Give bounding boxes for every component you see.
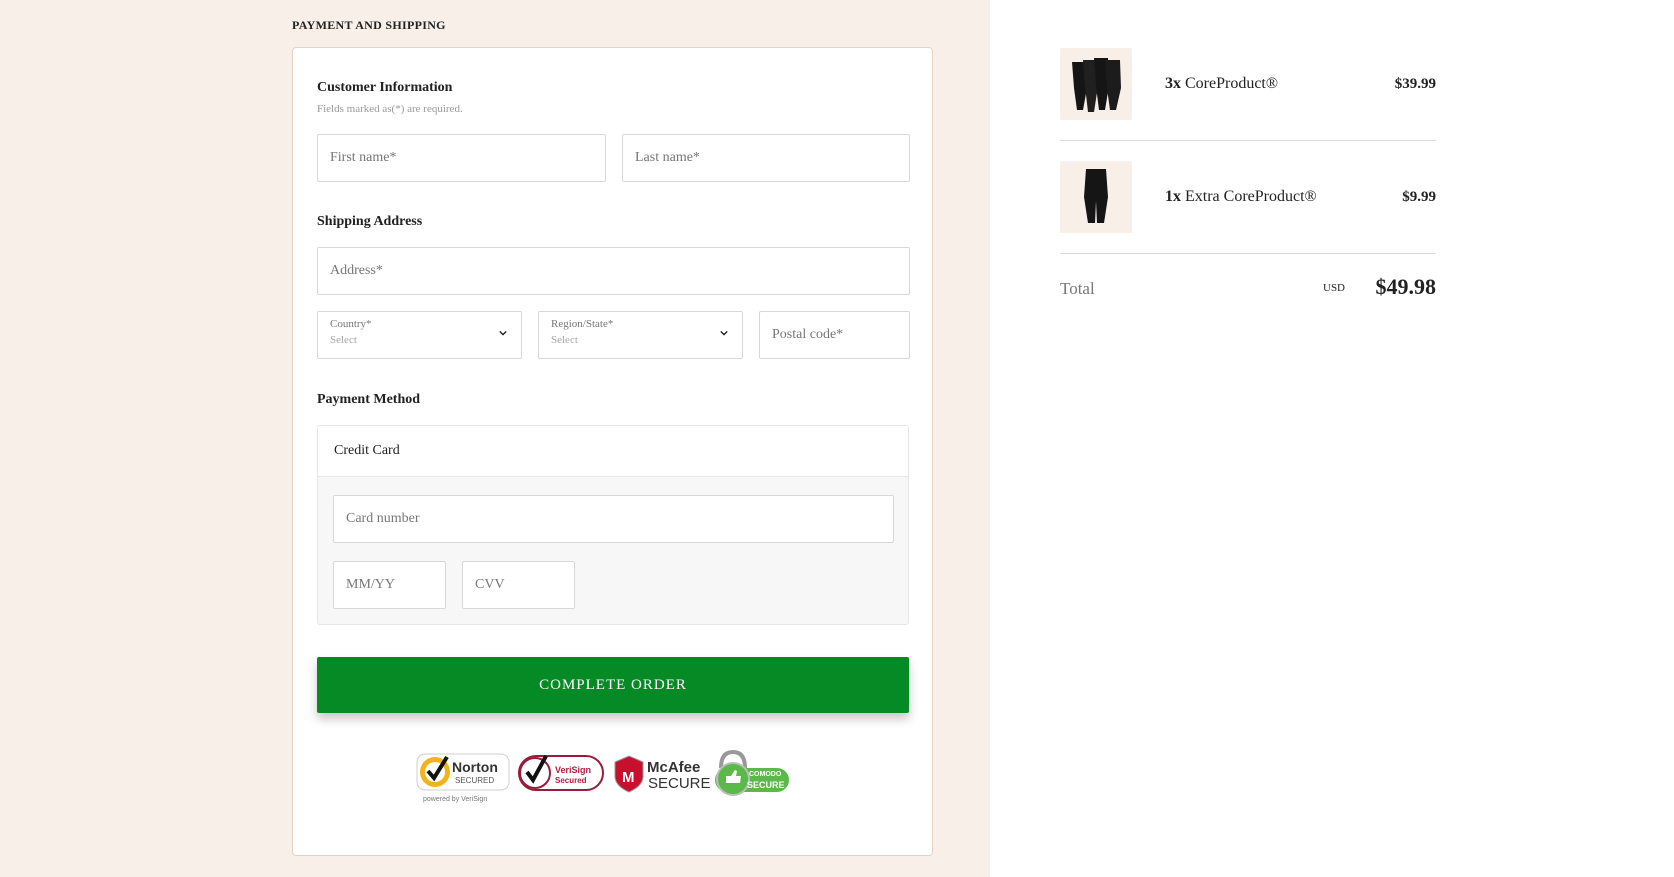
mcafee-badge-icon: M McAfee SECURE [614,755,711,793]
postal-code-field[interactable]: Postal code* [759,311,910,359]
item-qty: 3x [1165,75,1181,92]
region-label: Region/State* [551,318,614,330]
mcafee-sub: SECURE [648,775,711,792]
mcafee-name: McAfee [647,759,700,776]
summary-item: 3x CoreProduct® $39.99 [1060,48,1436,120]
shapewear-product-icon [1072,58,1121,112]
address-placeholder: Address* [330,263,383,278]
product-thumbnail [1060,48,1132,120]
shipping-heading: Shipping Address [317,214,423,229]
last-name-field[interactable]: Last name* [622,134,910,182]
trust-badges-graphic: Norton SECURED powered by VeriSign VeriS… [416,749,789,803]
comodo-name: COMODO [749,771,782,778]
expiry-field[interactable]: MM/YY [333,561,446,609]
comodo-sub: SECURE [747,780,785,790]
verisign-name: VeriSign [555,765,591,775]
shapewear-product-icon [1084,169,1108,223]
divider [1060,253,1436,254]
norton-badge-icon: Norton SECURED powered by VeriSign [416,753,510,803]
address-field[interactable]: Address* [317,247,910,295]
summary-item: 1x Extra CoreProduct® $9.99 [1060,161,1436,233]
country-value: Select [330,334,357,346]
comodo-badge-icon: COMODO SECURE [715,749,789,796]
norton-sub: SECURED [455,776,494,785]
complete-order-button[interactable]: COMPLETE ORDER [317,657,909,713]
svg-text:M: M [622,769,635,786]
credit-card-label: Credit Card [334,443,400,458]
norton-name: Norton [452,759,498,775]
verisign-sub: Secured [555,776,587,785]
payment-heading: Payment Method [317,392,421,407]
checkout-card: Customer Information Fields marked as(*)… [292,47,933,856]
customer-info-heading: Customer Information [317,80,453,95]
card-number-placeholder: Card number [346,511,420,526]
order-summary-pane: 3x CoreProduct® $39.99 1x Extra CoreProd… [990,0,1674,877]
item-price: $39.99 [1394,76,1436,92]
item-name: CoreProduct® [1185,75,1279,92]
last-name-placeholder: Last name* [635,150,700,165]
chevron-down-icon [499,330,507,336]
trust-badges: Norton SECURED powered by VeriSign VeriS… [415,748,815,804]
section-title: PAYMENT AND SHIPPING [292,18,446,32]
norton-powered: powered by VeriSign [423,796,487,803]
total-label: Total [1060,279,1095,298]
expiry-placeholder: MM/YY [346,577,396,592]
currency-code: USD [1323,282,1346,294]
item-price: $9.99 [1402,189,1436,205]
region-value: Select [551,334,578,346]
first-name-placeholder: First name* [330,150,397,165]
cvv-placeholder: CVV [475,577,505,592]
checkout-form-pane: PAYMENT AND SHIPPING Customer Informatio… [0,0,990,877]
payment-method-box: Credit Card Card number MM/YY CVV [317,425,909,625]
credit-card-option[interactable]: Credit Card [318,426,908,477]
country-label: Country* [330,318,372,330]
cvv-field[interactable]: CVV [462,561,575,609]
postal-code-placeholder: Postal code* [772,327,844,342]
product-thumbnail [1060,161,1132,233]
divider [1060,140,1436,141]
country-select[interactable]: Country* Select [317,311,522,359]
total-value: $49.98 [1375,274,1437,299]
card-number-field[interactable]: Card number [333,495,894,543]
first-name-field[interactable]: First name* [317,134,606,182]
item-qty: 1x [1165,188,1181,205]
required-note: Fields marked as(*) are required. [317,103,463,115]
chevron-down-icon [720,330,728,336]
item-name: Extra CoreProduct® [1185,188,1317,205]
verisign-badge-icon: VeriSign Secured [518,755,604,791]
region-select[interactable]: Region/State* Select [538,311,743,359]
